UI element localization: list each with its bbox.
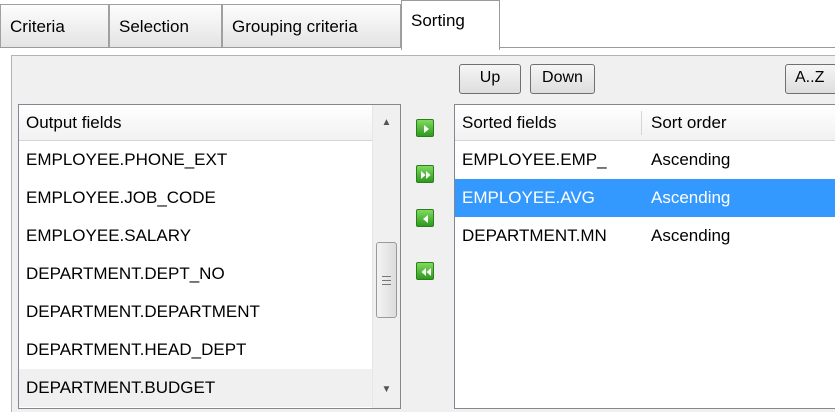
tab-grouping-criteria-label: Grouping criteria [232, 17, 358, 36]
grip-line [382, 280, 391, 281]
output-field-item-label: DEPARTMENT.DEPT_NO [26, 264, 225, 283]
sort-az-button[interactable]: A..Z [785, 64, 835, 94]
move-all-left-icon[interactable] [416, 262, 434, 280]
move-left-glyph [423, 215, 428, 223]
tab-criteria-label: Criteria [10, 17, 65, 36]
sorted-field-row[interactable]: DEPARTMENT.MN Ascending [455, 217, 835, 255]
grip-line [382, 276, 391, 277]
sorted-fields-list[interactable]: Sorted fields Sort order EMPLOYEE.EMP_ A… [454, 104, 835, 409]
sorted-field-order: Ascending [651, 226, 731, 245]
move-left-icon[interactable] [416, 209, 434, 227]
sorted-field-name: EMPLOYEE.EMP_ [462, 150, 607, 169]
output-fields-header: Output fields [19, 105, 374, 141]
sorted-field-name: EMPLOYEE.AVG [462, 188, 595, 207]
move-all-right-glyph [421, 171, 431, 179]
output-field-item[interactable]: EMPLOYEE.PHONE_EXT [19, 141, 374, 179]
tab-sorting-label: Sorting [411, 11, 465, 30]
down-button-label: Down [542, 69, 583, 86]
scroll-up-arrow-icon[interactable]: ▲ [373, 110, 400, 136]
tab-criteria[interactable]: Criteria [0, 4, 109, 48]
up-button-label: Up [479, 69, 501, 86]
output-field-item-label: DEPARTMENT.HEAD_DEPT [26, 340, 247, 359]
sorted-field-order: Ascending [651, 188, 731, 207]
tab-selection-label: Selection [119, 17, 189, 36]
output-field-item[interactable]: DEPARTMENT.DEPT_NO [19, 255, 374, 293]
sort-az-button-label: A..Z [795, 69, 825, 86]
output-fields-header-label: Output fields [26, 113, 122, 132]
column-divider[interactable] [641, 111, 642, 135]
output-field-item[interactable]: DEPARTMENT.BUDGET [19, 369, 374, 407]
output-field-item[interactable]: DEPARTMENT.DEPARTMENT [19, 293, 374, 331]
move-all-right-icon[interactable] [416, 165, 434, 183]
sorted-field-row[interactable]: EMPLOYEE.EMP_ Ascending [455, 141, 835, 179]
down-button[interactable]: Down [530, 64, 595, 94]
tab-sorting[interactable]: Sorting [401, 0, 500, 50]
output-field-item[interactable]: DEPARTMENT.HEAD_DEPT [19, 331, 374, 369]
move-right-glyph [424, 125, 429, 133]
output-field-item-label: DEPARTMENT.BUDGET [26, 378, 216, 397]
output-fields-scrollbar[interactable]: ▲ ▼ [372, 105, 400, 408]
up-button[interactable]: Up [459, 64, 521, 94]
sort-order-column-header[interactable]: Sort order [651, 105, 821, 141]
sorted-field-name: DEPARTMENT.MN [462, 226, 607, 245]
output-field-item-label: EMPLOYEE.SALARY [26, 226, 192, 245]
tab-bar: Criteria Selection Grouping criteria Sor… [0, 0, 835, 50]
output-field-item-label: DEPARTMENT.DEPARTMENT [26, 302, 260, 321]
output-field-item-label: EMPLOYEE.PHONE_EXT [26, 150, 228, 169]
move-all-left-glyph [421, 268, 431, 276]
tab-grouping-criteria[interactable]: Grouping criteria [222, 4, 401, 48]
output-field-item[interactable]: EMPLOYEE.SALARY [19, 217, 374, 255]
output-fields-list[interactable]: Output fields EMPLOYEE.PHONE_EXT EMPLOYE… [18, 104, 401, 409]
tab-selection[interactable]: Selection [109, 4, 222, 48]
sorted-fields-header: Sorted fields Sort order [455, 105, 835, 141]
output-field-item-label: EMPLOYEE.JOB_CODE [26, 188, 216, 207]
scroll-thumb[interactable] [376, 242, 397, 318]
grip-line [382, 284, 391, 285]
sorted-field-row[interactable]: EMPLOYEE.AVG Ascending [455, 179, 835, 217]
sorting-dialog: Criteria Selection Grouping criteria Sor… [0, 0, 835, 412]
sorted-field-order: Ascending [651, 150, 731, 169]
move-right-icon[interactable] [416, 119, 434, 137]
sorted-fields-column-header[interactable]: Sorted fields [462, 105, 642, 141]
output-field-item[interactable]: EMPLOYEE.JOB_CODE [19, 179, 374, 217]
scroll-down-arrow-icon[interactable]: ▼ [373, 377, 400, 403]
